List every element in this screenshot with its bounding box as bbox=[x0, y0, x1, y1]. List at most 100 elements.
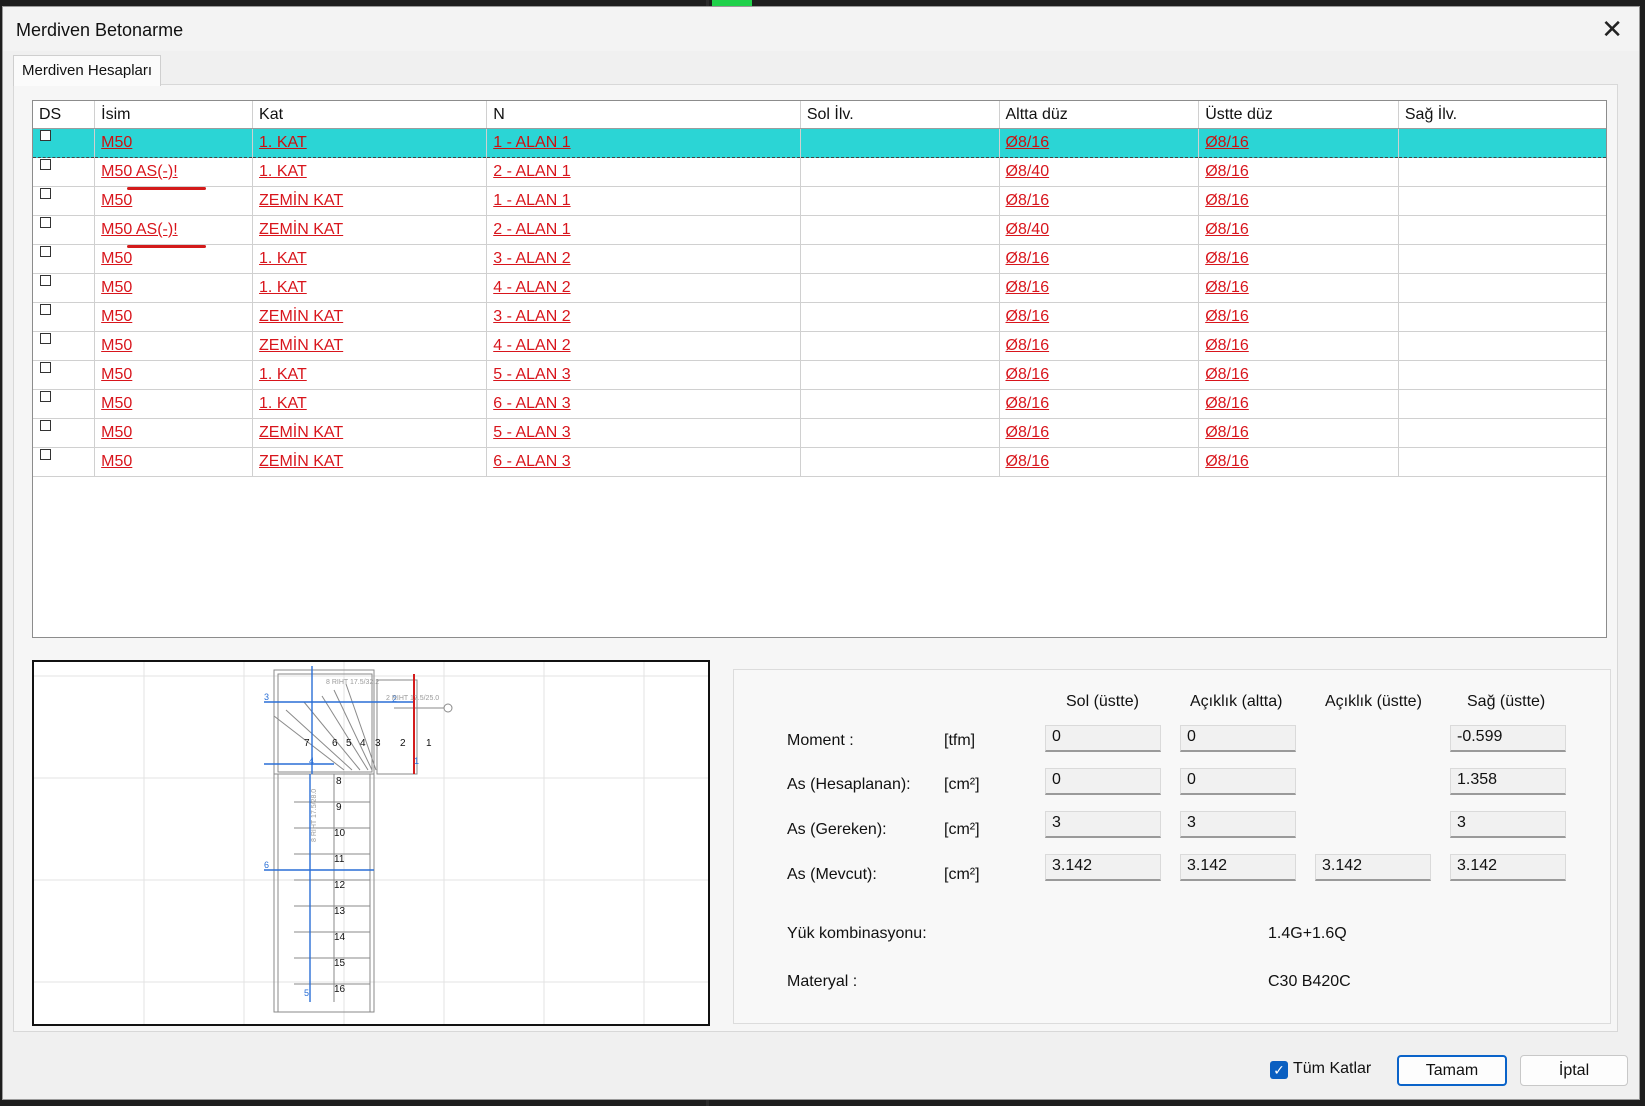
altta-duz-link[interactable]: Ø8/16 bbox=[1006, 134, 1050, 151]
ds-checkbox[interactable] bbox=[40, 159, 51, 170]
isim-link[interactable]: M50 bbox=[101, 134, 132, 151]
isim-link[interactable]: M50 AS(-)! bbox=[101, 163, 207, 190]
kat-link[interactable]: ZEMİN KAT bbox=[259, 192, 343, 209]
ustte-duz-link[interactable]: Ø8/16 bbox=[1205, 337, 1249, 354]
column-header-ustte-duz[interactable]: Üstte düz bbox=[1198, 101, 1399, 129]
altta-duz-link[interactable]: Ø8/16 bbox=[1006, 424, 1050, 441]
as-gereken-sol-field[interactable]: 3 bbox=[1045, 811, 1161, 838]
column-header-isim[interactable]: İsim bbox=[94, 101, 254, 129]
n-link[interactable]: 4 - ALAN 2 bbox=[493, 279, 570, 296]
table-row[interactable]: M50 ZEMİN KAT 4 - ALAN 2 Ø8/16 Ø8/16 bbox=[33, 331, 1606, 361]
kat-link[interactable]: ZEMİN KAT bbox=[259, 453, 343, 470]
ustte-duz-link[interactable]: Ø8/16 bbox=[1205, 279, 1249, 296]
close-icon[interactable]: ✕ bbox=[1601, 15, 1623, 43]
altta-duz-link[interactable]: Ø8/16 bbox=[1006, 250, 1050, 267]
table-row[interactable]: M50 ZEMİN KAT 6 - ALAN 3 Ø8/16 Ø8/16 bbox=[33, 447, 1606, 477]
as-gereken-aciklik-altta-field[interactable]: 3 bbox=[1180, 811, 1296, 838]
n-link[interactable]: 4 - ALAN 2 bbox=[493, 337, 570, 354]
isim-link[interactable]: M50 bbox=[101, 337, 132, 354]
ustte-duz-link[interactable]: Ø8/16 bbox=[1205, 192, 1249, 209]
n-link[interactable]: 3 - ALAN 2 bbox=[493, 308, 570, 325]
kat-link[interactable]: 1. KAT bbox=[259, 250, 307, 267]
isim-link[interactable]: M50 AS(-)! bbox=[101, 221, 207, 248]
altta-duz-link[interactable]: Ø8/16 bbox=[1006, 366, 1050, 383]
ds-checkbox[interactable] bbox=[40, 391, 51, 402]
table-row[interactable]: M50 AS(-)! ZEMİN KAT 2 - ALAN 1 Ø8/40 Ø8… bbox=[33, 215, 1606, 248]
isim-link[interactable]: M50 bbox=[101, 453, 132, 470]
altta-duz-link[interactable]: Ø8/16 bbox=[1006, 192, 1050, 209]
table-row[interactable]: M50 1. KAT 6 - ALAN 3 Ø8/16 Ø8/16 bbox=[33, 389, 1606, 419]
ds-checkbox[interactable] bbox=[40, 188, 51, 199]
cancel-button[interactable]: İptal bbox=[1520, 1055, 1628, 1086]
n-link[interactable]: 5 - ALAN 3 bbox=[493, 366, 570, 383]
ustte-duz-link[interactable]: Ø8/16 bbox=[1205, 366, 1249, 383]
stair-drawing-preview[interactable]: 7 6 5 4 3 2 1 8 9 10 11 12 13 14 15 16 3… bbox=[32, 660, 710, 1026]
altta-duz-link[interactable]: Ø8/40 bbox=[1006, 163, 1050, 180]
kat-link[interactable]: 1. KAT bbox=[259, 134, 307, 151]
table-row[interactable]: M50 1. KAT 1 - ALAN 1 Ø8/16 Ø8/16 bbox=[33, 128, 1606, 158]
n-link[interactable]: 6 - ALAN 3 bbox=[493, 395, 570, 412]
as-gereken-sag-field[interactable]: 3 bbox=[1450, 811, 1566, 838]
ds-checkbox[interactable] bbox=[40, 275, 51, 286]
as-mevcut-aciklik-ustte-field[interactable]: 3.142 bbox=[1315, 854, 1431, 881]
column-header-sol-ilv[interactable]: Sol İlv. bbox=[800, 101, 1000, 129]
ds-checkbox[interactable] bbox=[40, 217, 51, 228]
all-floors-label[interactable]: Tüm Katlar bbox=[1293, 1060, 1371, 1078]
kat-link[interactable]: 1. KAT bbox=[259, 366, 307, 383]
ustte-duz-link[interactable]: Ø8/16 bbox=[1205, 163, 1249, 180]
column-header-n[interactable]: N bbox=[486, 101, 801, 129]
n-link[interactable]: 2 - ALAN 1 bbox=[493, 163, 570, 180]
altta-duz-link[interactable]: Ø8/16 bbox=[1006, 337, 1050, 354]
table-row[interactable]: M50 1. KAT 5 - ALAN 3 Ø8/16 Ø8/16 bbox=[33, 360, 1606, 390]
column-header-sag-ilv[interactable]: Sağ İlv. bbox=[1398, 101, 1606, 129]
as-mevcut-sol-field[interactable]: 3.142 bbox=[1045, 854, 1161, 881]
kat-link[interactable]: ZEMİN KAT bbox=[259, 337, 343, 354]
ds-checkbox[interactable] bbox=[40, 333, 51, 344]
all-floors-checkbox[interactable]: ✓ bbox=[1270, 1061, 1288, 1079]
n-link[interactable]: 1 - ALAN 1 bbox=[493, 192, 570, 209]
ustte-duz-link[interactable]: Ø8/16 bbox=[1205, 395, 1249, 412]
column-header-altta-duz[interactable]: Altta düz bbox=[999, 101, 1200, 129]
kat-link[interactable]: ZEMİN KAT bbox=[259, 424, 343, 441]
kat-link[interactable]: ZEMİN KAT bbox=[259, 308, 343, 325]
altta-duz-link[interactable]: Ø8/16 bbox=[1006, 395, 1050, 412]
as-hesaplanan-sol-field[interactable]: 0 bbox=[1045, 768, 1161, 795]
tab-merdiven-hesaplari[interactable]: Merdiven Hesapları bbox=[13, 55, 162, 86]
altta-duz-link[interactable]: Ø8/16 bbox=[1006, 453, 1050, 470]
table-row[interactable]: M50 ZEMİN KAT 1 - ALAN 1 Ø8/16 Ø8/16 bbox=[33, 186, 1606, 216]
isim-link[interactable]: M50 bbox=[101, 279, 132, 296]
ustte-duz-link[interactable]: Ø8/16 bbox=[1205, 134, 1249, 151]
stair-table[interactable]: DS İsim Kat N Sol İlv. Altta düz Üstte d… bbox=[32, 100, 1607, 638]
isim-link[interactable]: M50 bbox=[101, 308, 132, 325]
ds-checkbox[interactable] bbox=[40, 449, 51, 460]
ustte-duz-link[interactable]: Ø8/16 bbox=[1205, 424, 1249, 441]
ustte-duz-link[interactable]: Ø8/16 bbox=[1205, 308, 1249, 325]
isim-link[interactable]: M50 bbox=[101, 250, 132, 267]
isim-link[interactable]: M50 bbox=[101, 395, 132, 412]
column-header-ds[interactable]: DS bbox=[33, 101, 96, 129]
ustte-duz-link[interactable]: Ø8/16 bbox=[1205, 221, 1249, 238]
table-row[interactable]: M50 ZEMİN KAT 3 - ALAN 2 Ø8/16 Ø8/16 bbox=[33, 302, 1606, 332]
ustte-duz-link[interactable]: Ø8/16 bbox=[1205, 453, 1249, 470]
isim-link[interactable]: M50 bbox=[101, 366, 132, 383]
as-mevcut-aciklik-altta-field[interactable]: 3.142 bbox=[1180, 854, 1296, 881]
moment-sol-field[interactable]: 0 bbox=[1045, 725, 1161, 752]
n-link[interactable]: 5 - ALAN 3 bbox=[493, 424, 570, 441]
kat-link[interactable]: ZEMİN KAT bbox=[259, 221, 343, 238]
ds-checkbox[interactable] bbox=[40, 420, 51, 431]
isim-link[interactable]: M50 bbox=[101, 192, 132, 209]
table-row[interactable]: M50 AS(-)! 1. KAT 2 - ALAN 1 Ø8/40 Ø8/16 bbox=[33, 157, 1606, 190]
ustte-duz-link[interactable]: Ø8/16 bbox=[1205, 250, 1249, 267]
ds-checkbox[interactable] bbox=[40, 362, 51, 373]
table-row[interactable]: M50 1. KAT 3 - ALAN 2 Ø8/16 Ø8/16 bbox=[33, 244, 1606, 274]
ds-checkbox[interactable] bbox=[40, 130, 51, 141]
column-header-kat[interactable]: Kat bbox=[252, 101, 488, 129]
moment-aciklik-altta-field[interactable]: 0 bbox=[1180, 725, 1296, 752]
ds-checkbox[interactable] bbox=[40, 246, 51, 257]
kat-link[interactable]: 1. KAT bbox=[259, 163, 307, 180]
as-hesaplanan-aciklik-altta-field[interactable]: 0 bbox=[1180, 768, 1296, 795]
kat-link[interactable]: 1. KAT bbox=[259, 395, 307, 412]
isim-link[interactable]: M50 bbox=[101, 424, 132, 441]
n-link[interactable]: 1 - ALAN 1 bbox=[493, 134, 570, 151]
altta-duz-link[interactable]: Ø8/40 bbox=[1006, 221, 1050, 238]
